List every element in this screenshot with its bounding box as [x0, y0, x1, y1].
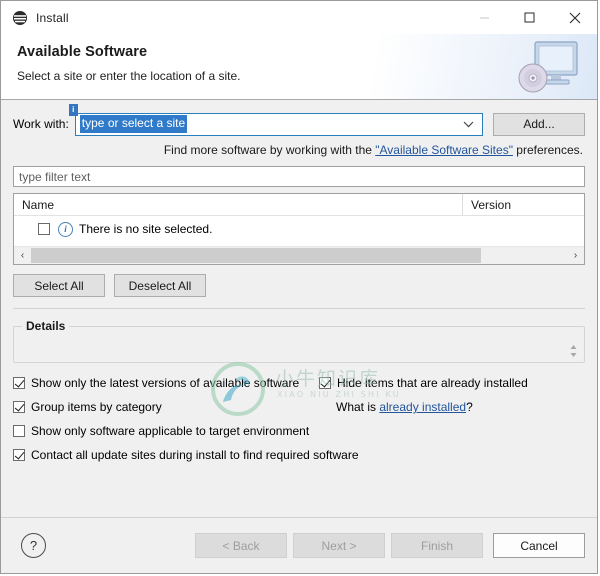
- dialog-body: Work with: i type or select a site Add..…: [1, 100, 597, 517]
- close-button[interactable]: [552, 1, 597, 34]
- option-target-environment[interactable]: Show only software applicable to target …: [13, 424, 309, 438]
- selection-buttons-row: Select All Deselect All: [13, 274, 585, 297]
- options-row-2: Group items by category What is already …: [13, 395, 585, 419]
- already-installed-hint: What is already installed?: [336, 400, 473, 414]
- already-installed-suffix: ?: [466, 400, 473, 414]
- monitor-cd-icon: [511, 38, 585, 96]
- option-contact-update-sites[interactable]: Contact all update sites during install …: [13, 448, 359, 462]
- column-header-name[interactable]: Name: [14, 194, 463, 215]
- scroll-left-arrow-icon[interactable]: ‹: [14, 247, 31, 264]
- option-latest-versions[interactable]: Show only the latest versions of availab…: [13, 376, 299, 390]
- cancel-button[interactable]: Cancel: [493, 533, 585, 558]
- options-row-3: Show only software applicable to target …: [13, 419, 585, 443]
- already-installed-prefix: What is: [336, 400, 380, 414]
- table-header: Name Version: [14, 194, 584, 216]
- filter-input[interactable]: type filter text: [13, 166, 585, 187]
- option-hide-installed[interactable]: Hide items that are already installed: [319, 376, 528, 390]
- option-latest-versions-label: Show only the latest versions of availab…: [31, 376, 300, 390]
- details-box: [13, 326, 585, 363]
- table-body: i There is no site selected.: [14, 216, 584, 246]
- option-target-environment-label: Show only software applicable to target …: [31, 424, 310, 438]
- options-row-1: Show only the latest versions of availab…: [13, 371, 585, 395]
- option-target-environment-checkbox[interactable]: [13, 425, 25, 437]
- add-site-button[interactable]: Add...: [493, 112, 585, 136]
- available-sites-hint: Find more software by working with the "…: [13, 143, 585, 157]
- hint-prefix: Find more software by working with the: [163, 143, 376, 157]
- software-table: Name Version i There is no site selected…: [13, 193, 585, 265]
- eclipse-install-icon: [12, 10, 28, 26]
- window-title: Install: [36, 10, 69, 25]
- divider: [13, 308, 585, 309]
- options-section: Show only the latest versions of availab…: [13, 371, 585, 467]
- back-button[interactable]: < Back: [195, 533, 287, 558]
- column-header-version[interactable]: Version: [463, 194, 584, 215]
- option-latest-versions-checkbox[interactable]: [13, 377, 25, 389]
- header-banner: Available Software Select a site or ente…: [1, 34, 597, 100]
- work-with-label: Work with:: [13, 117, 69, 131]
- hint-suffix: preferences.: [512, 143, 583, 157]
- row-name: There is no site selected.: [79, 222, 213, 236]
- next-button[interactable]: Next >: [293, 533, 385, 558]
- chevron-down-icon[interactable]: [463, 114, 474, 135]
- details-group: Details: [13, 319, 585, 363]
- site-combo-value: type or select a site: [79, 115, 188, 133]
- option-hide-installed-checkbox[interactable]: [319, 377, 331, 389]
- options-row-4: Contact all update sites during install …: [13, 443, 585, 467]
- row-checkbox[interactable]: [38, 223, 50, 235]
- table-row[interactable]: i There is no site selected.: [14, 219, 584, 239]
- already-installed-link[interactable]: already installed: [379, 400, 466, 414]
- table-horizontal-scrollbar[interactable]: ‹ ›: [14, 246, 584, 264]
- option-contact-update-sites-checkbox[interactable]: [13, 449, 25, 461]
- available-software-sites-link[interactable]: "Available Software Sites": [375, 143, 513, 157]
- page-subtitle: Select a site or enter the location of a…: [17, 69, 241, 83]
- option-group-by-category-checkbox[interactable]: [13, 401, 25, 413]
- dialog-footer: ? < Back Next > Finish Cancel: [1, 517, 597, 573]
- details-legend: Details: [22, 319, 70, 333]
- help-button[interactable]: ?: [21, 533, 46, 558]
- option-group-by-category[interactable]: Group items by category: [13, 400, 162, 414]
- site-combo-wrapper: i type or select a site: [68, 103, 483, 136]
- window-controls: [462, 1, 597, 34]
- details-scroll-thumb-icon[interactable]: [568, 343, 579, 359]
- install-dialog-window: Install Available Software Select a site…: [0, 0, 598, 574]
- close-icon: [569, 12, 580, 23]
- minimize-icon: [480, 17, 489, 19]
- scrollbar-track[interactable]: [31, 247, 567, 264]
- title-bar: Install: [1, 1, 597, 34]
- scrollbar-thumb[interactable]: [31, 248, 482, 263]
- option-hide-installed-label: Hide items that are already installed: [337, 376, 528, 390]
- info-badge-icon: i: [68, 103, 78, 116]
- filter-placeholder: type filter text: [19, 169, 91, 184]
- minimize-button[interactable]: [462, 1, 507, 34]
- info-icon: i: [58, 221, 73, 237]
- site-combo[interactable]: type or select a site: [74, 112, 483, 136]
- maximize-button[interactable]: [507, 1, 552, 34]
- option-group-by-category-label: Group items by category: [31, 400, 162, 414]
- deselect-all-button[interactable]: Deselect All: [114, 274, 206, 297]
- work-with-row: Work with: i type or select a site Add..…: [13, 103, 585, 136]
- wizard-buttons: < Back Next > Finish Cancel: [189, 533, 585, 558]
- select-all-button[interactable]: Select All: [13, 274, 105, 297]
- page-title: Available Software: [17, 44, 148, 60]
- option-contact-update-sites-label: Contact all update sites during install …: [31, 448, 359, 462]
- finish-button[interactable]: Finish: [391, 533, 483, 558]
- scroll-right-arrow-icon[interactable]: ›: [567, 247, 584, 264]
- maximize-icon: [524, 12, 535, 23]
